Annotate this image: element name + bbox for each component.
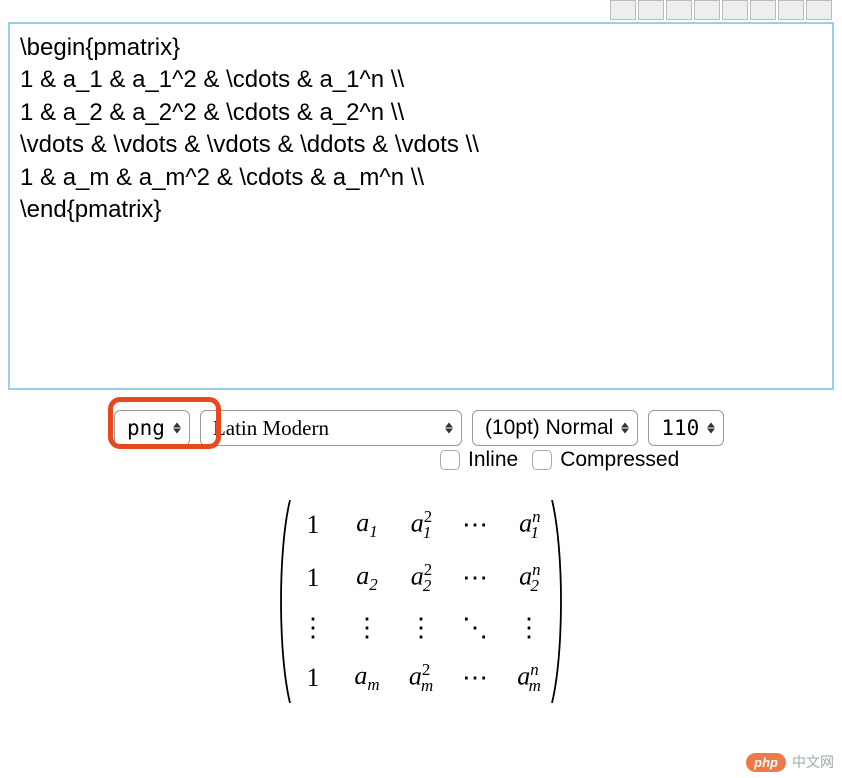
matrix-cell: 1 [300, 510, 326, 540]
matrix-cell: ⋯ [462, 510, 488, 540]
latex-preview: 1 a1 a21 ⋯ an1 1 a2 a22 ⋯ an2 ⋮ ⋮ ⋮ ⋱ ⋮ … [0, 498, 842, 705]
font-select-value: Latin Modern [213, 416, 329, 441]
latex-editor[interactable]: \begin{pmatrix} 1 & a_1 & a_1^2 & \cdots… [8, 22, 834, 390]
left-paren-icon [274, 498, 292, 705]
inline-label: Inline [468, 448, 518, 472]
toolbar-btn-1[interactable] [610, 0, 636, 20]
matrix-cell: a1 [354, 508, 380, 542]
format-select-value: png [127, 416, 165, 440]
toolbar-btn-6[interactable] [750, 0, 776, 20]
zoom-select[interactable]: 110 [648, 410, 724, 446]
matrix-cell: ⋮ [300, 613, 326, 643]
watermark-text: 中文网 [792, 752, 834, 772]
inline-checkbox[interactable] [440, 450, 460, 470]
compressed-checkbox[interactable] [532, 450, 552, 470]
toolbar-btn-3[interactable] [666, 0, 692, 20]
format-select[interactable]: png [114, 410, 190, 446]
dropdown-arrow-icon [707, 423, 715, 434]
matrix-cell: 1 [300, 563, 326, 593]
matrix-cell: ⋱ [462, 613, 488, 643]
toolbar-btn-7[interactable] [778, 0, 804, 20]
right-paren-icon [550, 498, 568, 705]
size-select-value: (10pt) Normal [485, 416, 613, 440]
dropdown-arrow-icon [173, 423, 181, 434]
watermark: php 中文网 [746, 752, 834, 772]
font-select[interactable]: Latin Modern [200, 410, 462, 446]
matrix-cell: am [354, 661, 380, 695]
zoom-select-value: 110 [661, 416, 699, 440]
toolbar-btn-5[interactable] [722, 0, 748, 20]
matrix-cell: anm [516, 660, 542, 696]
matrix-cell: 1 [300, 663, 326, 693]
rendered-matrix: 1 a1 a21 ⋯ an1 1 a2 a22 ⋯ an2 ⋮ ⋮ ⋮ ⋱ ⋮ … [274, 498, 568, 705]
toolbar-btn-8[interactable] [806, 0, 832, 20]
size-select[interactable]: (10pt) Normal [472, 410, 638, 446]
matrix-cell: ⋮ [516, 613, 542, 643]
matrix-cell: a2 [354, 561, 380, 595]
matrix-cell: ⋮ [408, 613, 434, 643]
toolbar-btn-2[interactable] [638, 0, 664, 20]
controls-row: png Latin Modern (10pt) Normal 110 [0, 404, 842, 452]
dropdown-arrow-icon [621, 423, 629, 434]
matrix-cell: a22 [408, 560, 434, 596]
matrix-cell: ⋯ [462, 663, 488, 693]
watermark-badge: php [746, 753, 786, 772]
matrix-cell: a2m [408, 660, 434, 696]
matrix-cell: an2 [516, 560, 542, 596]
top-toolbar [610, 0, 832, 22]
matrix-cell: a21 [408, 507, 434, 543]
checkbox-row: Inline Compressed [0, 448, 842, 472]
matrix-cell: ⋮ [354, 613, 380, 643]
compressed-label: Compressed [560, 448, 679, 472]
dropdown-arrow-icon [445, 423, 453, 434]
matrix-cell: an1 [516, 507, 542, 543]
matrix-cell: ⋯ [462, 563, 488, 593]
toolbar-btn-4[interactable] [694, 0, 720, 20]
matrix-grid: 1 a1 a21 ⋯ an1 1 a2 a22 ⋯ an2 ⋮ ⋮ ⋮ ⋱ ⋮ … [292, 498, 550, 705]
